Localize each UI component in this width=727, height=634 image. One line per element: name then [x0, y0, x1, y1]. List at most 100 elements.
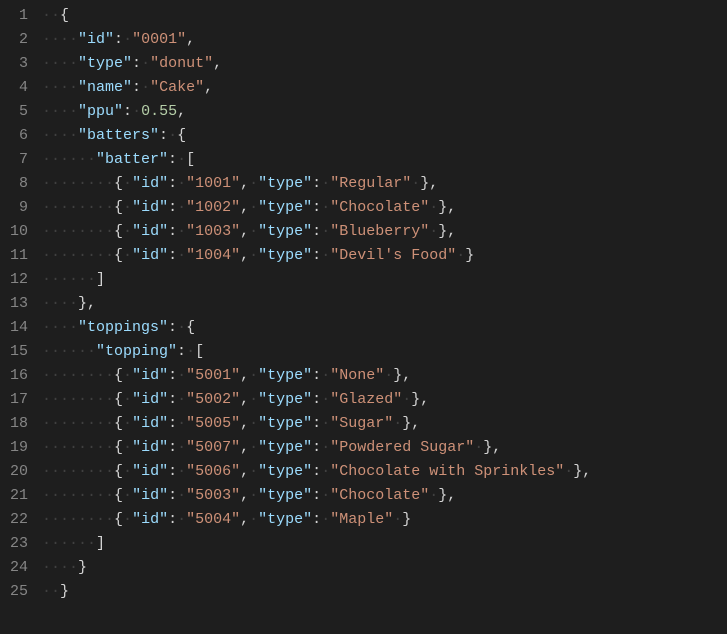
line-number: 24: [10, 556, 28, 580]
line-number: 7: [10, 148, 28, 172]
json-key: "type": [258, 439, 312, 456]
json-string: "None": [330, 367, 384, 384]
line-number: 10: [10, 220, 28, 244]
line-number: 1: [10, 4, 28, 28]
json-key: "id": [132, 223, 168, 240]
json-key: "type": [78, 55, 132, 72]
json-string: "Blueberry": [330, 223, 429, 240]
line-number: 16: [10, 364, 28, 388]
code-line: ········{·"id":·"1003",·"type":·"Blueber…: [42, 220, 727, 244]
line-number: 11: [10, 244, 28, 268]
json-string: "5003": [186, 487, 240, 504]
json-key: "type": [258, 391, 312, 408]
line-number: 8: [10, 172, 28, 196]
line-number: 13: [10, 292, 28, 316]
line-number: 19: [10, 436, 28, 460]
json-key: "id": [132, 391, 168, 408]
code-line: ········{·"id":·"1002",·"type":·"Chocola…: [42, 196, 727, 220]
line-number: 17: [10, 388, 28, 412]
json-key: "type": [258, 415, 312, 432]
json-key: "type": [258, 463, 312, 480]
code-content[interactable]: ··{····"id":·"0001",····"type":·"donut",…: [42, 0, 727, 634]
code-line: ········{·"id":·"1001",·"type":·"Regular…: [42, 172, 727, 196]
code-line: ········{·"id":·"5006",·"type":·"Chocola…: [42, 460, 727, 484]
code-line: ········{·"id":·"5004",·"type":·"Maple"·…: [42, 508, 727, 532]
json-string: "Chocolate with Sprinkles": [330, 463, 564, 480]
json-key: "id": [78, 31, 114, 48]
json-string: "5001": [186, 367, 240, 384]
code-line: ········{·"id":·"5007",·"type":·"Powdere…: [42, 436, 727, 460]
code-line: ····"name":·"Cake",: [42, 76, 727, 100]
line-number: 6: [10, 124, 28, 148]
json-number: 0.55: [141, 103, 177, 120]
json-key: "id": [132, 199, 168, 216]
json-string: "1003": [186, 223, 240, 240]
json-key: "id": [132, 511, 168, 528]
line-number: 15: [10, 340, 28, 364]
json-string: "5007": [186, 439, 240, 456]
json-key: "id": [132, 439, 168, 456]
code-editor[interactable]: 1234567891011121314151617181920212223242…: [0, 0, 727, 634]
line-number-gutter: 1234567891011121314151617181920212223242…: [0, 0, 42, 634]
line-number: 5: [10, 100, 28, 124]
json-string: "Chocolate": [330, 199, 429, 216]
json-key: "toppings": [78, 319, 168, 336]
json-string: "Sugar": [330, 415, 393, 432]
json-key: "id": [132, 487, 168, 504]
line-number: 3: [10, 52, 28, 76]
code-line: ······"topping":·[: [42, 340, 727, 364]
code-line: ········{·"id":·"5003",·"type":·"Chocola…: [42, 484, 727, 508]
json-string: "5005": [186, 415, 240, 432]
json-key: "id": [132, 367, 168, 384]
code-line: ······"batter":·[: [42, 148, 727, 172]
json-key: "ppu": [78, 103, 123, 120]
code-line: ····}: [42, 556, 727, 580]
json-key: "type": [258, 487, 312, 504]
line-number: 12: [10, 268, 28, 292]
line-number: 14: [10, 316, 28, 340]
line-number: 9: [10, 196, 28, 220]
line-number: 4: [10, 76, 28, 100]
json-string: "5004": [186, 511, 240, 528]
json-string: "Devil's Food": [330, 247, 456, 264]
json-string: "Powdered Sugar": [330, 439, 474, 456]
json-key: "id": [132, 463, 168, 480]
json-key: "type": [258, 175, 312, 192]
json-key: "id": [132, 175, 168, 192]
json-key: "type": [258, 223, 312, 240]
json-string: "1002": [186, 199, 240, 216]
json-key: "type": [258, 199, 312, 216]
line-number: 23: [10, 532, 28, 556]
code-line: ····},: [42, 292, 727, 316]
code-line: ········{·"id":·"5001",·"type":·"None"·}…: [42, 364, 727, 388]
line-number: 21: [10, 484, 28, 508]
json-key: "id": [132, 415, 168, 432]
line-number: 22: [10, 508, 28, 532]
json-string: "Regular": [330, 175, 411, 192]
json-key: "type": [258, 367, 312, 384]
code-line: ····"id":·"0001",: [42, 28, 727, 52]
json-string: "5002": [186, 391, 240, 408]
json-key: "type": [258, 247, 312, 264]
json-key: "batters": [78, 127, 159, 144]
code-line: ····"type":·"donut",: [42, 52, 727, 76]
json-key: "type": [258, 511, 312, 528]
code-line: ········{·"id":·"5002",·"type":·"Glazed"…: [42, 388, 727, 412]
json-key: "batter": [96, 151, 168, 168]
json-string: "donut": [150, 55, 213, 72]
code-line: ····"toppings":·{: [42, 316, 727, 340]
json-key: "name": [78, 79, 132, 96]
code-line: ··}: [42, 580, 727, 604]
code-line: ····"ppu":·0.55,: [42, 100, 727, 124]
code-line: ········{·"id":·"1004",·"type":·"Devil's…: [42, 244, 727, 268]
line-number: 2: [10, 28, 28, 52]
code-line: ······]: [42, 268, 727, 292]
line-number: 25: [10, 580, 28, 604]
code-line: ····"batters":·{: [42, 124, 727, 148]
json-string: "0001": [132, 31, 186, 48]
json-string: "1004": [186, 247, 240, 264]
json-key: "id": [132, 247, 168, 264]
json-string: "Chocolate": [330, 487, 429, 504]
line-number: 20: [10, 460, 28, 484]
json-string: "5006": [186, 463, 240, 480]
